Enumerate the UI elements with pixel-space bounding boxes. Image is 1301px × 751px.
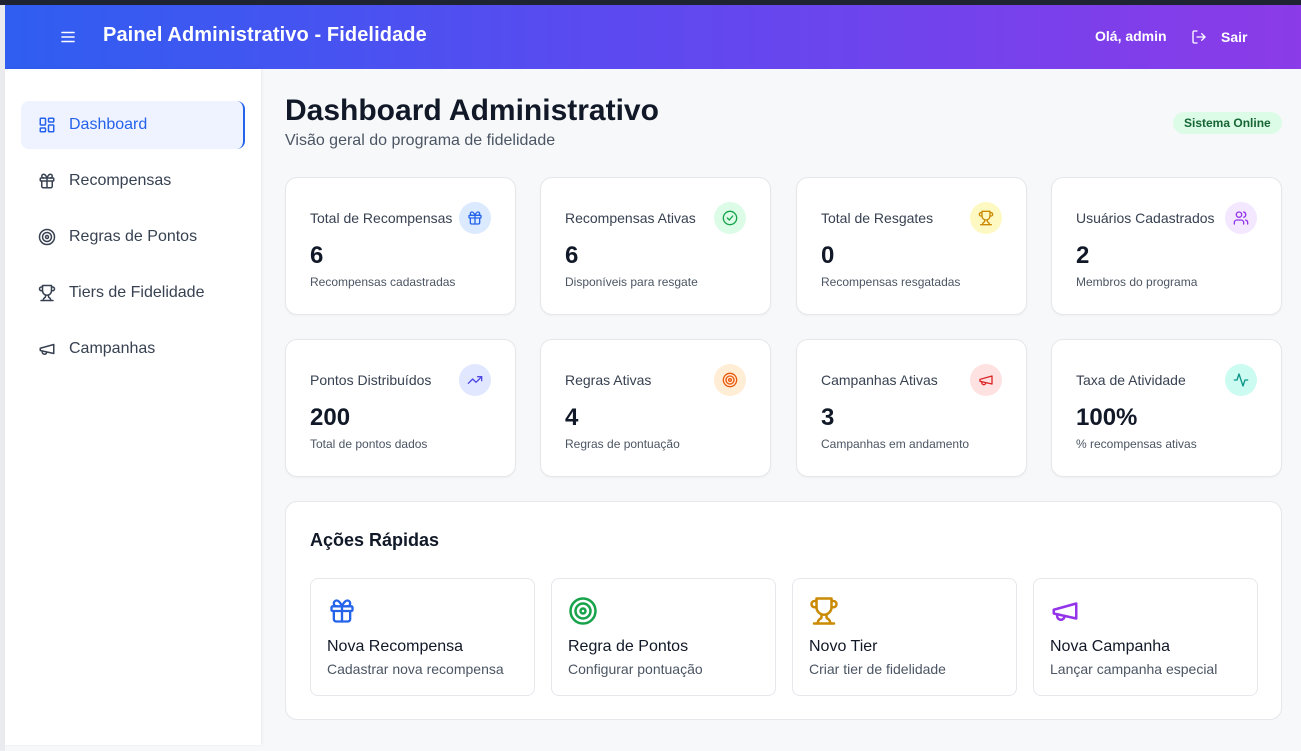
user-greeting: Olá, admin [1095,28,1167,44]
menu-toggle-button[interactable] [55,25,81,49]
stat-card-total-resgates: Total de Resgates 0 Recompensas resgatad… [796,177,1027,315]
stat-description: Regras de pontuação [565,437,680,451]
quick-action-description: Cadastrar nova recompensa [327,661,504,677]
users-icon [1225,202,1257,234]
stat-value: 6 [310,242,324,269]
stat-label: Regras Ativas [565,372,652,388]
stat-label: Total de Resgates [821,210,934,226]
sidebar-item-tiers-de-fidelidade[interactable]: Tiers de Fidelidade [21,269,245,317]
sidebar-item-label: Regras de Pontos [69,228,198,245]
stat-value: 6 [565,242,579,269]
gift-icon [37,171,57,191]
gift-icon [459,202,491,234]
top-header: Painel Administrativo - Fidelidade Olá, … [5,5,1301,69]
check-circle-icon [714,202,746,234]
stat-description: Recompensas cadastradas [310,275,456,289]
quick-actions-title: Ações Rápidas [310,530,440,550]
quick-action-label: Nova Campanha [1050,638,1171,655]
quick-action-description: Lançar campanha especial [1050,661,1218,677]
quick-action-label: Regra de Pontos [568,638,689,655]
stat-label: Taxa de Atividade [1076,372,1186,388]
quick-action-label: Nova Recompensa [327,638,464,655]
target-icon [714,364,746,396]
sidebar-item-regras-de-pontos[interactable]: Regras de Pontos [21,213,245,261]
stat-value: 0 [821,242,835,269]
app-title: Painel Administrativo - Fidelidade [103,24,427,46]
stat-label: Campanhas Ativas [821,372,938,388]
trending-up-icon [459,364,491,396]
sidebar: Dashboard Recompensas Regras de Pontos T… [5,69,261,745]
stat-description: Disponíveis para resgate [565,275,698,289]
sidebar-item-dashboard[interactable]: Dashboard [21,101,245,149]
stat-card-taxa-atividade: Taxa de Atividade 100% % recompensas ati… [1051,339,1282,477]
quick-action-description: Configurar pontuação [568,661,703,677]
logout-button[interactable]: Sair [1191,25,1247,49]
megaphone-icon [970,364,1002,396]
stat-card-total-recompensas: Total de Recompensas 6 Recompensas cadas… [285,177,516,315]
stat-description: % recompensas ativas [1076,437,1197,451]
sidebar-item-label: Campanhas [69,340,156,357]
megaphone-icon [1050,596,1080,626]
stat-card-recompensas-ativas: Recompensas Ativas 6 Disponíveis para re… [540,177,771,315]
stat-description: Membros do programa [1076,275,1198,289]
sidebar-item-label: Dashboard [69,116,148,133]
sidebar-item-label: Recompensas [69,172,172,189]
trophy-icon [37,283,57,303]
quick-action-description: Criar tier de fidelidade [809,661,946,677]
quick-action-nova-campanha[interactable]: Nova Campanha Lançar campanha especial [1033,578,1258,696]
sidebar-item-recompensas[interactable]: Recompensas [21,157,245,205]
stat-card-regras-ativas: Regras Ativas 4 Regras de pontuação [540,339,771,477]
logout-icon [1192,30,1206,44]
stat-label: Recompensas Ativas [565,210,696,226]
page-subtitle: Visão geral do programa de fidelidade [285,132,556,149]
quick-action-regra-de-pontos[interactable]: Regra de Pontos Configurar pontuação [551,578,776,696]
quick-action-nova-recompensa[interactable]: Nova Recompensa Cadastrar nova recompens… [310,578,535,696]
megaphone-icon [37,339,57,359]
stat-value: 2 [1076,242,1090,269]
hamburger-icon [61,31,75,43]
stat-value: 4 [565,404,579,431]
target-icon [568,596,598,626]
sidebar-item-label: Tiers de Fidelidade [69,284,205,301]
quick-actions-panel: Ações Rápidas Nova Recompensa Cadastrar … [285,501,1282,720]
stat-label: Pontos Distribuídos [310,372,432,388]
trophy-icon [809,596,839,626]
quick-action-novo-tier[interactable]: Novo Tier Criar tier de fidelidade [792,578,1017,696]
stat-value: 3 [821,404,835,431]
quick-action-label: Novo Tier [809,638,878,655]
activity-icon [1225,364,1257,396]
sidebar-item-campanhas[interactable]: Campanhas [21,325,245,373]
gift-icon [327,596,357,626]
logout-label: Sair [1221,29,1248,45]
stat-description: Total de pontos dados [310,437,428,451]
page-title: Dashboard Administrativo [285,94,659,127]
stat-value: 200 [310,404,351,431]
status-badge: Sistema Online [1173,112,1282,134]
target-icon [37,227,57,247]
stat-value: 100% [1076,404,1138,431]
stat-card-pontos-distribuidos: Pontos Distribuídos 200 Total de pontos … [285,339,516,477]
trophy-icon [970,202,1002,234]
stat-label: Usuários Cadastrados [1076,210,1215,226]
stat-description: Campanhas em andamento [821,437,970,451]
stat-description: Recompensas resgatadas [821,275,961,289]
dashboard-grid-icon [37,115,57,135]
stat-card-campanhas-ativas: Campanhas Ativas 3 Campanhas em andament… [796,339,1027,477]
stat-card-usuarios-cadastrados: Usuários Cadastrados 2 Membros do progra… [1051,177,1282,315]
stat-label: Total de Recompensas [310,210,453,226]
